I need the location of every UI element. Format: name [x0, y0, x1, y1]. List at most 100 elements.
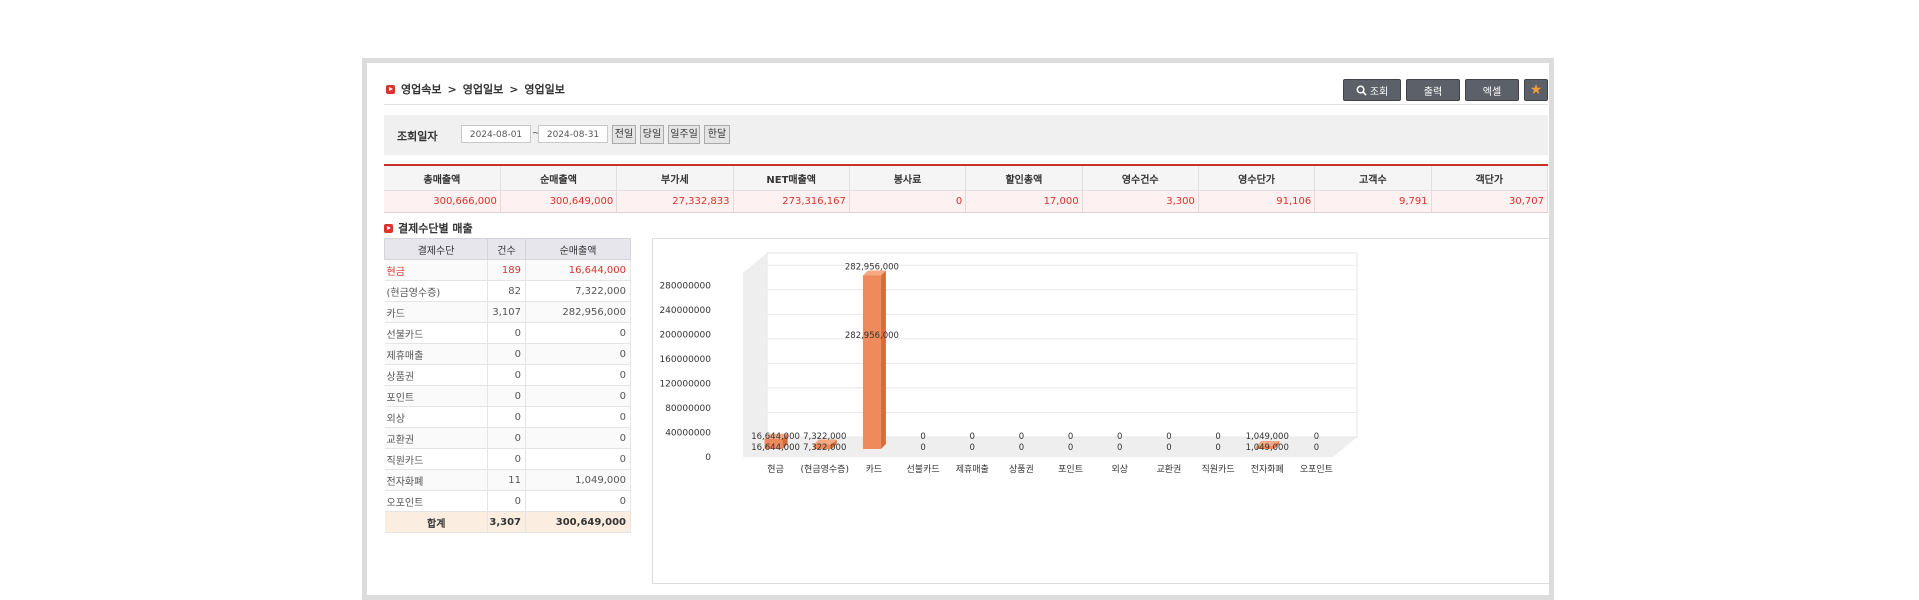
- print-button[interactable]: 출력: [1406, 79, 1460, 101]
- summary-value: 3,300: [1082, 190, 1199, 213]
- breadcrumb-separator: >: [447, 82, 457, 96]
- y-tick-label: 0: [705, 453, 711, 463]
- x-category-label: (현금영수증): [801, 464, 849, 475]
- summary-header: 영수건수: [1082, 166, 1199, 191]
- x-category-label: 상품권: [1009, 463, 1034, 475]
- x-category-label: 카드: [866, 464, 883, 475]
- breadcrumb-item-1[interactable]: 영업속보: [401, 81, 441, 97]
- summary-value: 300,649,000: [500, 190, 618, 213]
- chart-side-wall: [743, 253, 767, 457]
- col-header-count: 건수: [487, 238, 526, 260]
- payment-cell-count: 0: [487, 490, 526, 512]
- payment-cell-name: 카드: [384, 301, 488, 323]
- x-category-label: 교환권: [1156, 463, 1181, 475]
- data-label: 7,322,000: [803, 432, 846, 442]
- payment-cell-count: 0: [487, 427, 526, 449]
- quick-today-button[interactable]: 당일: [640, 125, 664, 144]
- payment-cell-amount: 1,049,000: [525, 469, 631, 491]
- payment-cell-count: 0: [487, 406, 526, 428]
- quick-month-button[interactable]: 한달: [704, 125, 730, 144]
- data-label: 0: [1019, 432, 1024, 442]
- content-area: 영업속보 > 영업일보 > 영업일보 조회 출력 엑셀 ★ 조회일자 2024-…: [384, 73, 1550, 593]
- payment-bar-chart: 0 40000000 80000000 120000000 160000000 20000…: [652, 238, 1550, 584]
- search-icon: [1356, 85, 1367, 96]
- toolbar: 조회 출력 엑셀 ★: [1343, 79, 1548, 101]
- payment-cell-count: 0: [487, 322, 526, 344]
- payment-cell-name: (현금영수증): [384, 280, 488, 302]
- breadcrumb-separator: >: [509, 82, 519, 96]
- payment-cell-name: 교환권: [384, 427, 488, 449]
- table-row: 상품권 0 0: [384, 364, 631, 386]
- y-tick-label: 80000000: [665, 404, 711, 414]
- x-category-label: 외상: [1111, 463, 1128, 475]
- summary-header: 영수단가: [1198, 166, 1316, 191]
- y-tick-label: 160000000: [659, 355, 711, 365]
- summary-value: 9,791: [1314, 190, 1432, 213]
- payment-cell-name: 선불카드: [384, 322, 488, 344]
- x-category-label: 제휴매출: [956, 464, 989, 475]
- table-row: 제휴매출 0 0: [384, 343, 631, 365]
- payment-cell-count: 3,107: [487, 301, 526, 323]
- x-category-label: 포인트: [1058, 464, 1083, 475]
- data-label: 0: [1019, 443, 1024, 453]
- favorite-star-icon[interactable]: ★: [1524, 79, 1548, 101]
- payment-cell-amount: 0: [525, 406, 631, 428]
- payment-cell-amount: 0: [525, 490, 631, 512]
- breadcrumb-item-2[interactable]: 영업일보: [463, 81, 503, 97]
- summary-table: 총매출액 순매출액 부가세 NET매출액 봉사료 할인총액 영수건수 영수단가 고객수 객단가 3…: [384, 164, 1549, 213]
- data-label: 282,956,000: [845, 331, 899, 341]
- quick-week-button[interactable]: 일주일: [668, 125, 700, 144]
- table-row: 교환권 0 0: [384, 427, 631, 449]
- date-from-input[interactable]: 2024-08-01: [461, 125, 531, 143]
- summary-value: 91,106: [1198, 190, 1316, 213]
- chart-back-wall: [766, 252, 1358, 438]
- payment-cell-count: 82: [487, 280, 526, 302]
- payment-cell-amount: 0: [525, 385, 631, 407]
- table-row: 오포인트 0 0: [384, 490, 631, 512]
- summary-header: NET매출액: [733, 166, 850, 191]
- y-tick-label: 240000000: [659, 306, 711, 316]
- date-filter-bar: 조회일자 2024-08-01 ~ 2024-08-31 전일 당일 일주일 한…: [384, 115, 1548, 155]
- breadcrumb: 영업속보 > 영업일보 > 영업일보: [386, 81, 565, 97]
- table-row: (현금영수증) 82 7,322,000: [384, 280, 631, 302]
- x-category-label: 현금: [767, 464, 784, 475]
- col-header-method: 결제수단: [384, 238, 488, 260]
- table-row: 선불카드 0 0: [384, 322, 631, 344]
- data-label: 282,956,000: [845, 262, 899, 272]
- data-label: 0: [1215, 443, 1220, 453]
- payment-cell-count: 0: [487, 448, 526, 470]
- data-label: 1,049,000: [1246, 443, 1289, 453]
- x-category-label: 선불카드: [907, 464, 940, 475]
- payment-method-table: 결제수단 건수 순매출액 현금 189 16,644,000 (현금영수증) 82 7,3…: [384, 238, 631, 533]
- total-cell-count: 3,307: [487, 511, 526, 533]
- payment-cell-name: 상품권: [384, 364, 488, 386]
- table-row: 직원카드 0 0: [384, 448, 631, 470]
- date-filter-label: 조회일자: [397, 130, 438, 143]
- summary-value: 17,000: [965, 190, 1083, 213]
- data-label: 16,644,000: [751, 432, 800, 442]
- data-label: 0: [970, 443, 975, 453]
- excel-button[interactable]: 엑셀: [1465, 79, 1519, 101]
- payment-cell-name: 전자화폐: [384, 469, 488, 491]
- summary-header: 할인총액: [965, 166, 1083, 191]
- search-button[interactable]: 조회: [1343, 79, 1401, 101]
- payment-cell-count: 11: [487, 469, 526, 491]
- payment-cell-count: 0: [487, 343, 526, 365]
- x-category-label: 오포인트: [1300, 464, 1333, 475]
- payment-cell-amount: 7,322,000: [525, 280, 631, 302]
- quick-prev-day-button[interactable]: 전일: [612, 125, 636, 144]
- app-frame: 영업속보 > 영업일보 > 영업일보 조회 출력 엑셀 ★ 조회일자 2024-…: [362, 58, 1554, 600]
- header-bar: 영업속보 > 영업일보 > 영업일보 조회 출력 엑셀 ★: [384, 73, 1548, 105]
- payment-cell-name: 오포인트: [384, 490, 488, 512]
- summary-value: 273,316,167: [733, 190, 850, 213]
- table-row: 현금 189 16,644,000: [384, 259, 631, 281]
- y-tick-label: 200000000: [659, 330, 711, 340]
- table-row: 외상 0 0: [384, 406, 631, 428]
- table-row: 카드 3,107 282,956,000: [384, 301, 631, 323]
- date-to-input[interactable]: 2024-08-31: [538, 125, 608, 143]
- payment-cell-amount: 282,956,000: [525, 301, 631, 323]
- payment-cell-count: 0: [487, 364, 526, 386]
- payment-cell-amount: 16,644,000: [525, 259, 631, 281]
- chart-canvas: 0 40000000 80000000 120000000 160000000 20000…: [659, 252, 1358, 475]
- data-label: 0: [1117, 432, 1122, 442]
